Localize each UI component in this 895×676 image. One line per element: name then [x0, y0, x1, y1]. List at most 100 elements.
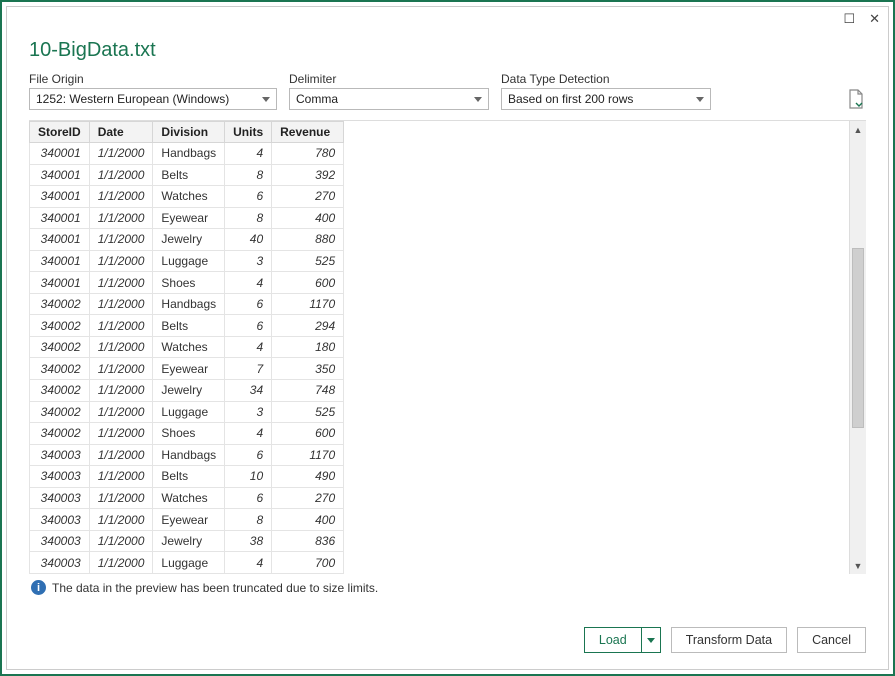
table-row[interactable]: 3400021/1/2000Jewelry34748	[30, 380, 344, 402]
cell-units: 4	[225, 143, 272, 165]
cell-revenue: 836	[272, 530, 344, 552]
cell-storeid: 340001	[30, 143, 90, 165]
file-origin-value: 1252: Western European (Windows)	[36, 92, 229, 106]
cell-storeid: 340003	[30, 444, 90, 466]
cell-storeid: 340001	[30, 272, 90, 294]
dialog-content: 10-BigData.txt File Origin 1252: Western…	[7, 31, 888, 613]
table-row[interactable]: 3400011/1/2000Handbags4780	[30, 143, 344, 165]
cell-revenue: 392	[272, 164, 344, 186]
table-row[interactable]: 3400021/1/2000Belts6294	[30, 315, 344, 337]
load-button[interactable]: Load	[584, 627, 661, 653]
cell-storeid: 340003	[30, 552, 90, 574]
cell-division: Luggage	[153, 250, 225, 272]
cell-revenue: 400	[272, 207, 344, 229]
cell-units: 8	[225, 207, 272, 229]
table-row[interactable]: 3400011/1/2000Jewelry40880	[30, 229, 344, 251]
column-header-storeid[interactable]: StoreID	[30, 122, 90, 143]
cell-date: 1/1/2000	[89, 272, 153, 294]
cell-date: 1/1/2000	[89, 336, 153, 358]
column-header-units[interactable]: Units	[225, 122, 272, 143]
cell-storeid: 340002	[30, 423, 90, 445]
cell-units: 40	[225, 229, 272, 251]
scroll-down-icon[interactable]: ▼	[850, 557, 866, 574]
table-row[interactable]: 3400011/1/2000Luggage3525	[30, 250, 344, 272]
column-header-date[interactable]: Date	[89, 122, 153, 143]
cell-revenue: 490	[272, 466, 344, 488]
cell-storeid: 340002	[30, 315, 90, 337]
cell-division: Eyewear	[153, 509, 225, 531]
transform-data-button[interactable]: Transform Data	[671, 627, 787, 653]
table-row[interactable]: 3400011/1/2000Eyewear8400	[30, 207, 344, 229]
table-row[interactable]: 3400031/1/2000Handbags61170	[30, 444, 344, 466]
file-origin-dropdown[interactable]: 1252: Western European (Windows)	[29, 88, 277, 110]
cell-storeid: 340001	[30, 207, 90, 229]
cell-date: 1/1/2000	[89, 293, 153, 315]
cell-date: 1/1/2000	[89, 358, 153, 380]
table-fill	[344, 121, 849, 574]
cell-units: 6	[225, 487, 272, 509]
cancel-button[interactable]: Cancel	[797, 627, 866, 653]
cell-units: 8	[225, 164, 272, 186]
cell-units: 6	[225, 315, 272, 337]
scroll-thumb[interactable]	[852, 248, 864, 428]
cell-division: Luggage	[153, 552, 225, 574]
table-row[interactable]: 3400031/1/2000Jewelry38836	[30, 530, 344, 552]
cell-storeid: 340001	[30, 229, 90, 251]
cell-units: 38	[225, 530, 272, 552]
cell-revenue: 525	[272, 250, 344, 272]
cell-date: 1/1/2000	[89, 380, 153, 402]
cell-date: 1/1/2000	[89, 552, 153, 574]
cell-division: Belts	[153, 315, 225, 337]
delimiter-dropdown[interactable]: Comma	[289, 88, 489, 110]
cell-revenue: 350	[272, 358, 344, 380]
table-row[interactable]: 3400021/1/2000Handbags61170	[30, 293, 344, 315]
preview-table: StoreIDDateDivisionUnitsRevenue 3400011/…	[29, 121, 344, 574]
cell-date: 1/1/2000	[89, 186, 153, 208]
cell-date: 1/1/2000	[89, 530, 153, 552]
table-row[interactable]: 3400011/1/2000Belts8392	[30, 164, 344, 186]
column-header-revenue[interactable]: Revenue	[272, 122, 344, 143]
datatype-dropdown[interactable]: Based on first 200 rows	[501, 88, 711, 110]
table-row[interactable]: 3400021/1/2000Luggage3525	[30, 401, 344, 423]
table-row[interactable]: 3400031/1/2000Luggage4700	[30, 552, 344, 574]
column-header-division[interactable]: Division	[153, 122, 225, 143]
cell-revenue: 748	[272, 380, 344, 402]
close-icon[interactable]: ✕	[869, 11, 880, 27]
table-row[interactable]: 3400011/1/2000Watches6270	[30, 186, 344, 208]
cell-division: Handbags	[153, 143, 225, 165]
table-row[interactable]: 3400021/1/2000Eyewear7350	[30, 358, 344, 380]
cell-revenue: 1170	[272, 293, 344, 315]
cell-revenue: 294	[272, 315, 344, 337]
cell-date: 1/1/2000	[89, 207, 153, 229]
file-title: 10-BigData.txt	[29, 39, 866, 62]
cell-date: 1/1/2000	[89, 423, 153, 445]
table-row[interactable]: 3400011/1/2000Shoes4600	[30, 272, 344, 294]
cell-units: 4	[225, 552, 272, 574]
truncate-notice: i The data in the preview has been trunc…	[29, 574, 866, 601]
maximize-icon[interactable]: ☐	[843, 11, 855, 27]
table-row[interactable]: 3400031/1/2000Watches6270	[30, 487, 344, 509]
cell-date: 1/1/2000	[89, 250, 153, 272]
cell-units: 4	[225, 336, 272, 358]
cell-division: Handbags	[153, 293, 225, 315]
cell-storeid: 340001	[30, 164, 90, 186]
cell-revenue: 780	[272, 143, 344, 165]
cell-units: 34	[225, 380, 272, 402]
table-row[interactable]: 3400031/1/2000Belts10490	[30, 466, 344, 488]
table-row[interactable]: 3400021/1/2000Watches4180	[30, 336, 344, 358]
vertical-scrollbar[interactable]: ▲ ▼	[849, 121, 866, 574]
cell-units: 4	[225, 272, 272, 294]
cell-storeid: 340003	[30, 466, 90, 488]
load-dropdown-caret[interactable]	[642, 628, 660, 652]
table-row[interactable]: 3400021/1/2000Shoes4600	[30, 423, 344, 445]
scroll-up-icon[interactable]: ▲	[850, 121, 866, 138]
cell-revenue: 1170	[272, 444, 344, 466]
dialog-inner: ☐ ✕ 10-BigData.txt File Origin 1252: Wes…	[6, 6, 889, 670]
table-row[interactable]: 3400031/1/2000Eyewear8400	[30, 509, 344, 531]
cell-division: Handbags	[153, 444, 225, 466]
cell-division: Luggage	[153, 401, 225, 423]
cell-units: 7	[225, 358, 272, 380]
scroll-track[interactable]	[850, 138, 866, 557]
datatype-col: Data Type Detection Based on first 200 r…	[501, 72, 711, 110]
schema-icon[interactable]	[846, 88, 866, 110]
